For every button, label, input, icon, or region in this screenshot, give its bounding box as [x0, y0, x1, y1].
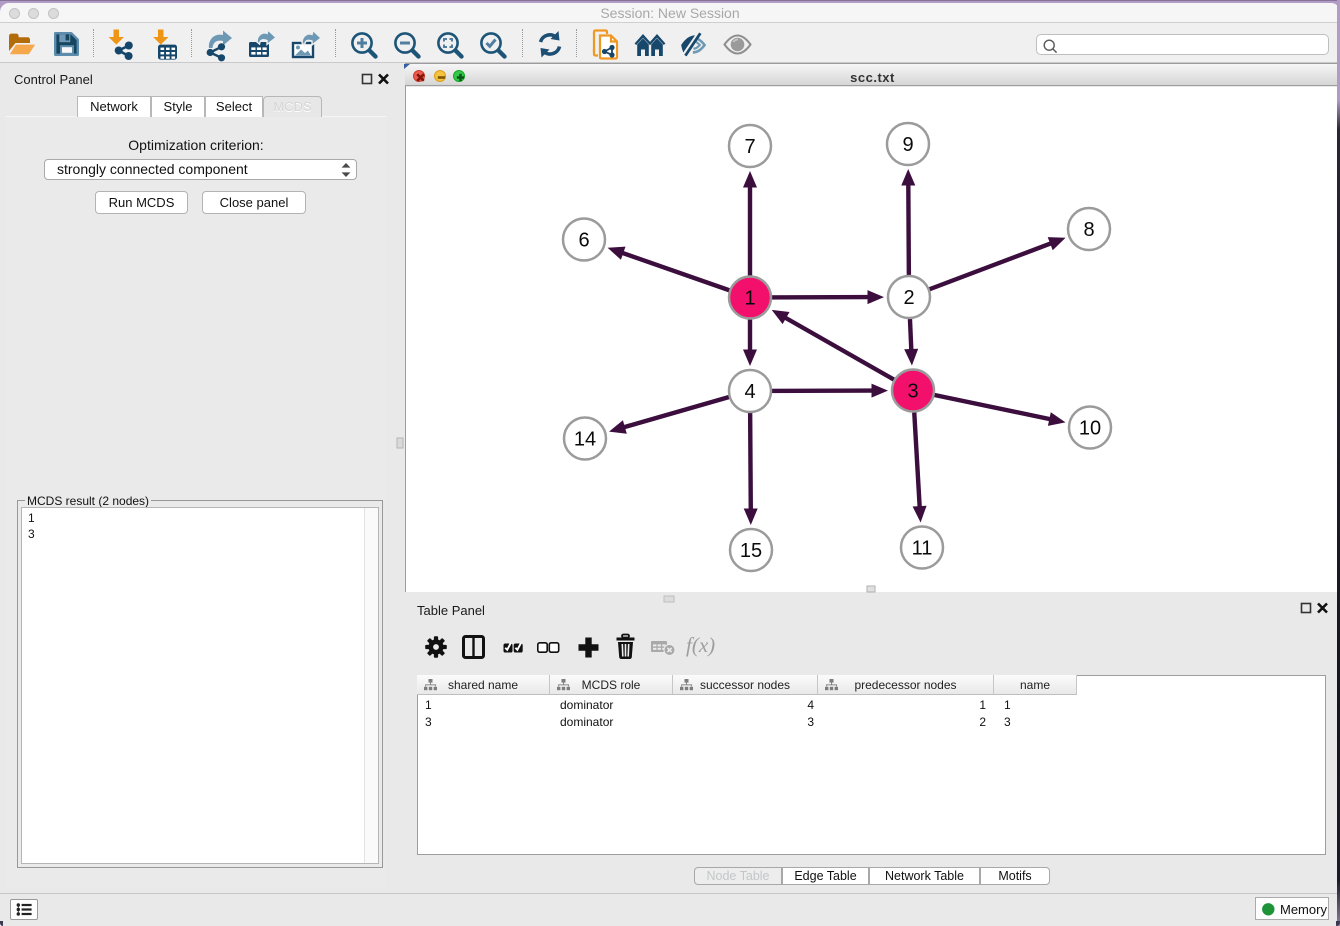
svg-text:8: 8	[1083, 219, 1094, 241]
svg-text:1: 1	[744, 288, 755, 310]
svg-text:2: 2	[903, 287, 914, 309]
svg-text:4: 4	[744, 381, 755, 403]
svg-text:7: 7	[744, 136, 755, 158]
svg-text:15: 15	[740, 540, 762, 562]
svg-text:9: 9	[902, 134, 913, 156]
svg-text:6: 6	[578, 230, 589, 252]
svg-text:14: 14	[574, 429, 596, 451]
svg-text:10: 10	[1079, 418, 1101, 440]
svg-text:11: 11	[912, 538, 933, 560]
svg-text:3: 3	[907, 381, 918, 403]
